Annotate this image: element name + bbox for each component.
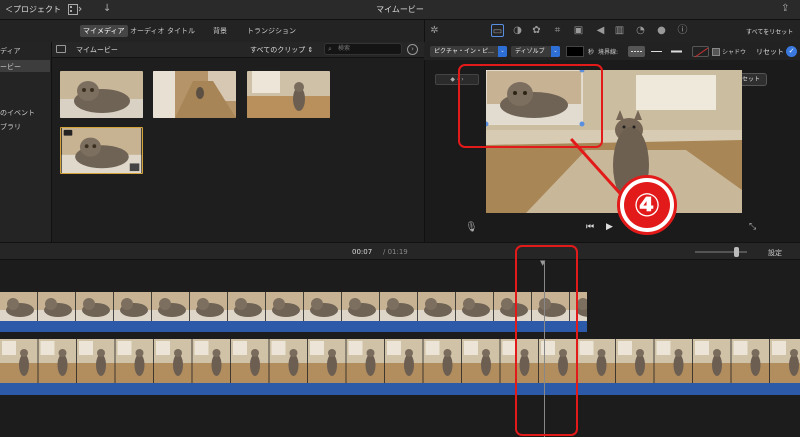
volume-icon[interactable]: ◀ — [594, 24, 607, 37]
chevron-down-icon: ⌄ — [551, 46, 560, 57]
annotation-highlight-playhead — [515, 245, 578, 436]
search-input[interactable]: 検索 — [324, 43, 402, 55]
sidebar-toggle-icon[interactable] — [56, 45, 66, 53]
adjustment-toolbar — [424, 20, 800, 42]
reset-settings-label[interactable]: リセット — [756, 47, 784, 57]
speed-icon[interactable]: ◔ — [634, 24, 647, 37]
main-clip-filmstrip[interactable] — [0, 339, 800, 383]
info-icon[interactable]: ⓘ — [676, 24, 689, 37]
timeline-settings-button[interactable]: 設定 — [768, 248, 782, 258]
border-label: 境界線: — [598, 49, 619, 56]
transition-label: ディゾルブ — [515, 48, 545, 55]
clip-thumbnail[interactable] — [60, 71, 143, 118]
overlay-mode-label: ピクチャ・イン・ピ… — [434, 48, 494, 55]
tab-audio[interactable]: オーディオ — [127, 25, 168, 37]
skip-back-icon[interactable]: ⏮︎ — [586, 222, 594, 232]
microphone-icon[interactable]: 🎙︎ — [465, 222, 478, 233]
video-overlay-icon[interactable]: ▭ — [491, 24, 504, 37]
border-color-swatch[interactable] — [566, 46, 584, 57]
chevron-down-icon: ⌄ — [498, 46, 507, 57]
shadow-checkbox[interactable] — [712, 48, 720, 56]
total-duration: / 01:19 — [383, 248, 408, 256]
tab-backgrounds[interactable]: 背景 — [210, 25, 230, 37]
tab-titles[interactable]: タイトル — [164, 25, 198, 37]
clip-thumbnail-selected[interactable] — [60, 127, 143, 174]
sidebar-item-events[interactable]: のイベント — [0, 108, 35, 118]
magic-wand-icon[interactable]: ✲ — [428, 24, 441, 37]
overlay-mode-dropdown[interactable]: ピクチャ・イン・ピ… ⌄ — [430, 46, 507, 57]
clips-filter-dropdown[interactable]: すべてのクリップ ⇕ — [250, 45, 313, 55]
step-number: ④ — [624, 182, 670, 228]
border-style-none[interactable] — [628, 46, 645, 57]
annotation-highlight-overlay — [458, 64, 603, 148]
color-balance-icon[interactable]: ◑ — [511, 24, 524, 37]
current-time: 00:07 — [352, 248, 373, 256]
library-label: マイムービー — [76, 46, 118, 54]
tab-transitions[interactable]: トランジション — [244, 25, 299, 37]
clip-thumbnail[interactable] — [153, 71, 236, 118]
color-correction-icon[interactable]: ✿ — [530, 24, 543, 37]
stabilization-icon[interactable]: ▣ — [572, 24, 585, 37]
border-style-thin[interactable] — [648, 46, 665, 57]
seconds-label: 秒 — [588, 49, 595, 56]
share-icon[interactable]: ⇪ — [781, 3, 789, 14]
transition-dropdown[interactable]: ディゾルブ ⌄ — [511, 46, 560, 57]
sidebar-item-media[interactable]: ディア — [0, 46, 21, 56]
overlay-audio-track[interactable] — [0, 321, 587, 332]
annotation-step-badge: ④ — [617, 175, 677, 235]
overlay-clip-filmstrip[interactable] — [0, 292, 587, 321]
tab-my-media[interactable]: マイメディア — [80, 25, 128, 37]
border-style-thick[interactable] — [668, 46, 685, 57]
apply-check-icon[interactable]: ✓ — [786, 46, 797, 57]
play-icon[interactable]: ▶ — [606, 222, 613, 232]
library-sidebar — [0, 42, 52, 242]
zoom-slider-handle[interactable] — [734, 247, 739, 257]
fullscreen-icon[interactable]: ⤡ — [749, 222, 756, 232]
shadow-label: シャドウ — [722, 49, 747, 56]
sidebar-item-library[interactable]: ブラリ — [0, 122, 21, 132]
clip-thumbnail[interactable] — [247, 71, 330, 118]
window-title: マイムービー — [376, 5, 424, 14]
equalizer-icon[interactable]: ▥ — [613, 24, 626, 37]
noise-reduction-icon[interactable]: ● — [655, 24, 668, 37]
sidebar-item-movie[interactable]: ービー — [0, 62, 21, 72]
border-color-none[interactable] — [692, 46, 709, 58]
crop-icon[interactable]: ⌗ — [551, 24, 564, 37]
options-icon[interactable]: › — [407, 44, 418, 55]
zoom-slider[interactable] — [695, 251, 747, 253]
search-icon: ⌕ — [328, 45, 332, 53]
main-audio-track[interactable] — [0, 383, 800, 395]
reset-all-button[interactable]: すべてをリセット — [746, 27, 793, 36]
